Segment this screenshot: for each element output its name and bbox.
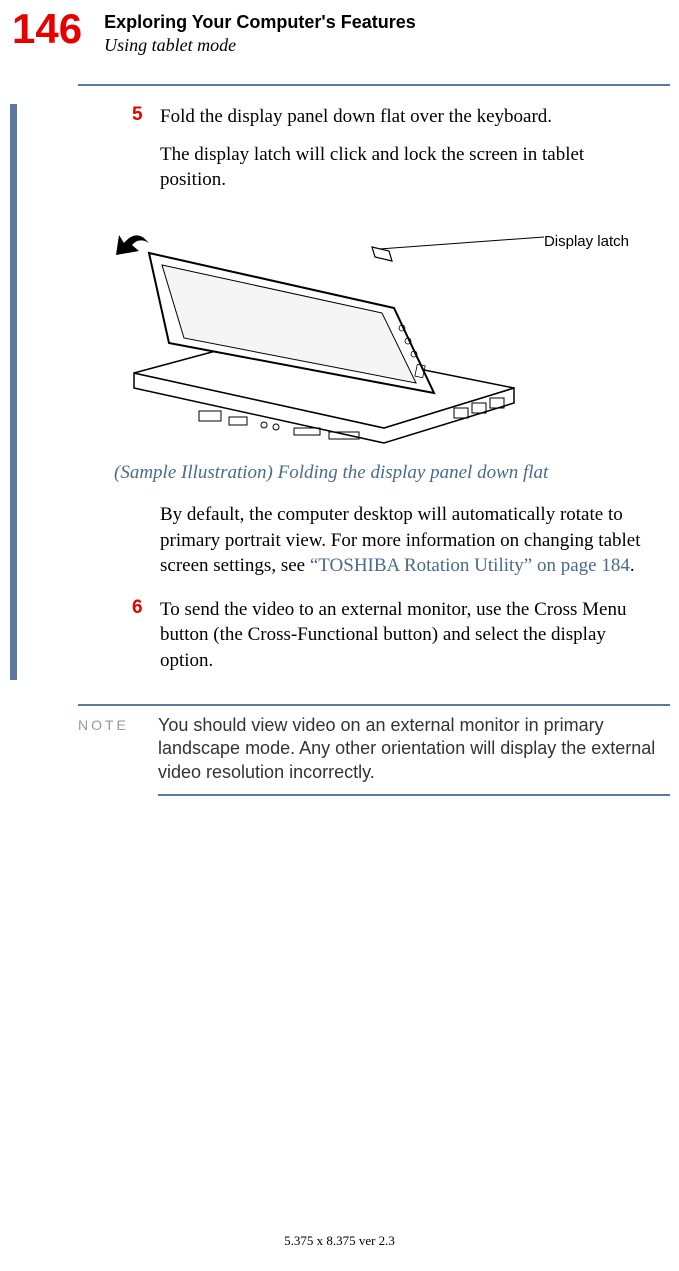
para-post: . xyxy=(630,555,635,576)
page-number: 146 xyxy=(12,8,82,50)
chapter-title: Exploring Your Computer's Features xyxy=(104,12,416,33)
cross-reference-link[interactable]: “TOSHIBA Rotation Utility” on page 184 xyxy=(310,555,630,576)
note-text: You should view video on an external mon… xyxy=(158,714,670,784)
paragraph-after-figure: By default, the computer desktop will au… xyxy=(132,502,647,591)
step-number: 6 xyxy=(132,597,160,686)
fold-arrow-icon xyxy=(116,235,149,255)
spacer xyxy=(132,502,160,591)
page-header: 146 Exploring Your Computer's Features U… xyxy=(0,0,679,56)
step-body: Fold the display panel down flat over th… xyxy=(160,104,647,205)
step-lead-text: To send the video to an external monitor… xyxy=(160,597,647,674)
note-top-rule xyxy=(78,704,670,706)
paragraph-text: By default, the computer desktop will au… xyxy=(160,502,647,579)
note-row: NOTE You should view video on an externa… xyxy=(78,714,670,784)
section-title: Using tablet mode xyxy=(104,35,416,56)
figure-caption: (Sample Illustration) Folding the displa… xyxy=(114,462,647,484)
header-titles: Exploring Your Computer's Features Using… xyxy=(104,8,416,56)
step-number: 5 xyxy=(132,104,160,205)
step-follow-text: The display latch will click and lock th… xyxy=(160,142,647,193)
step-5: 5 Fold the display panel down flat over … xyxy=(132,104,647,205)
note-bottom-rule xyxy=(158,794,670,796)
main-content: 5 Fold the display panel down flat over … xyxy=(0,104,679,686)
note-block: NOTE You should view video on an externa… xyxy=(78,704,670,796)
left-accent-bar xyxy=(10,104,17,680)
page-footer: 5.375 x 8.375 ver 2.3 xyxy=(0,1233,679,1249)
note-label: NOTE xyxy=(78,714,158,733)
callout-label: Display latch xyxy=(544,233,629,250)
step-6: 6 To send the video to an external monit… xyxy=(132,597,647,686)
step-lead-text: Fold the display panel down flat over th… xyxy=(160,104,647,130)
header-rule xyxy=(78,84,670,86)
illustration-figure: Display latch xyxy=(114,213,647,458)
paragraph-body: By default, the computer desktop will au… xyxy=(160,502,647,591)
step-body: To send the video to an external monitor… xyxy=(160,597,647,686)
